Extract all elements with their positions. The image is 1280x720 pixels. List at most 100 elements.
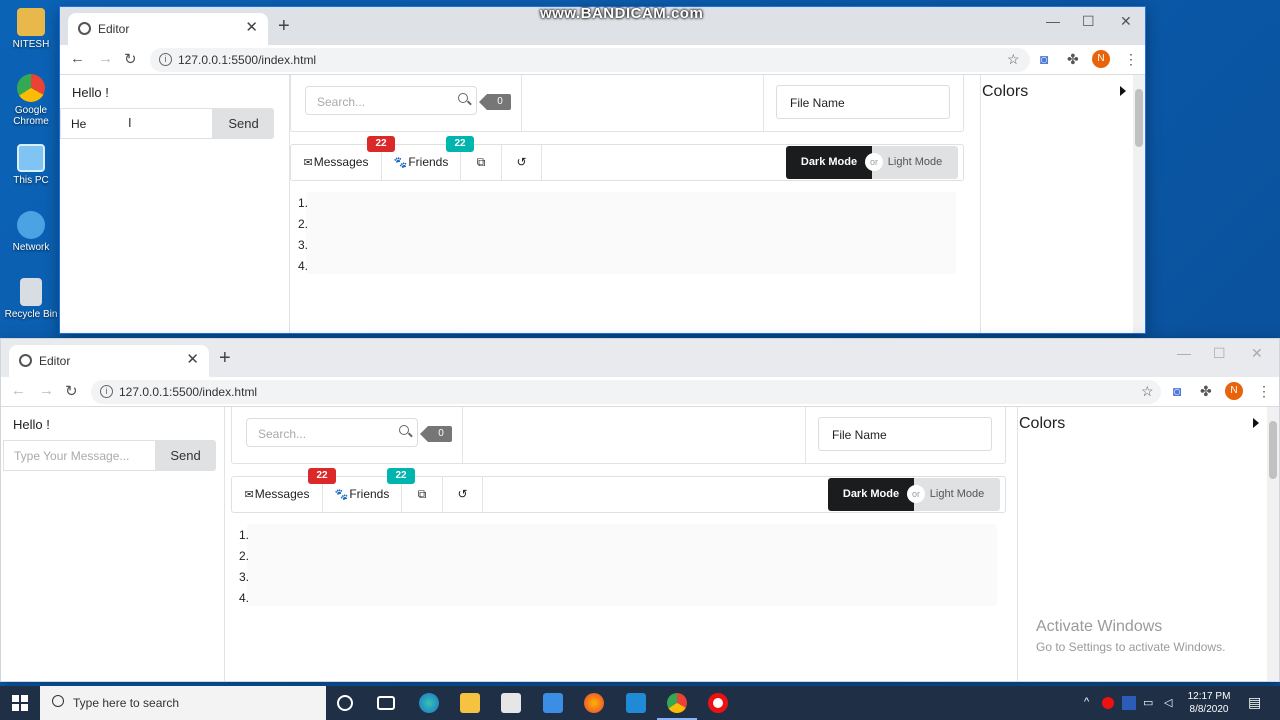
send-button[interactable]: Send — [213, 108, 274, 139]
back-icon[interactable]: ← — [11, 382, 26, 399]
light-mode-button[interactable]: Light Mode — [914, 478, 1000, 511]
search-icon[interactable] — [458, 93, 468, 103]
send-button[interactable]: Send — [155, 440, 216, 471]
editor-top-bar: Search... 0 File Name — [231, 407, 1006, 464]
file-name-input[interactable]: File Name — [776, 85, 950, 119]
scrollbar-thumb[interactable] — [1135, 89, 1143, 147]
scrollbar[interactable] — [1267, 407, 1279, 681]
reset-button[interactable]: ↺ — [443, 477, 483, 512]
dark-mode-button[interactable]: Dark Mode — [786, 146, 872, 179]
address-bar[interactable]: i 127.0.0.1:5500/index.html — [150, 48, 1030, 72]
bookmark-star-icon[interactable]: ☆ — [1141, 383, 1154, 400]
reload-icon[interactable]: ↻ — [124, 50, 137, 68]
copy-icon: ⧉ — [476, 155, 486, 169]
line-number: 4. — [239, 591, 250, 605]
caret-right-icon[interactable] — [1253, 418, 1259, 428]
firefox-icon[interactable] — [584, 693, 604, 713]
file-explorer-icon[interactable] — [460, 693, 480, 713]
folder-icon — [17, 8, 45, 36]
mail-icon[interactable] — [543, 693, 563, 713]
windows-start-icon[interactable] — [12, 695, 28, 711]
tab-editor[interactable]: Editor ✕ — [9, 345, 209, 377]
info-icon[interactable]: i — [159, 53, 172, 66]
clock-date: 8/8/2020 — [1189, 704, 1229, 715]
friends-menu-item[interactable]: 🐾Friends 22 — [382, 136, 474, 180]
search-icon[interactable] — [399, 425, 409, 435]
extensions-puzzle-icon[interactable]: ✤ — [1200, 383, 1212, 400]
profile-avatar[interactable]: N — [1092, 50, 1110, 68]
address-bar[interactable]: i 127.0.0.1:5500/index.html — [91, 380, 1161, 404]
close-tab-icon[interactable]: ✕ — [186, 350, 199, 368]
edge-icon[interactable] — [419, 693, 439, 713]
profile-avatar[interactable]: N — [1225, 382, 1243, 400]
back-icon[interactable]: ← — [70, 50, 85, 67]
bandicam-record-icon[interactable] — [708, 693, 728, 713]
store-icon[interactable] — [501, 693, 521, 713]
code-editor[interactable]: 1. 2. 3. 4. — [298, 192, 956, 274]
search-placeholder: Search... — [317, 95, 366, 109]
info-icon[interactable]: i — [100, 385, 113, 398]
show-hidden-icons-chevron[interactable]: ^ — [1084, 696, 1089, 708]
light-mode-button[interactable]: Light Mode — [872, 146, 958, 179]
copy-button[interactable]: ⧉ — [461, 145, 502, 180]
messages-menu-item[interactable]: ✉Messages 22 — [232, 468, 336, 512]
close-tab-icon[interactable]: ✕ — [245, 18, 258, 36]
cortana-icon[interactable] — [337, 695, 353, 711]
messages-menu-item[interactable]: ✉Messages 22 — [291, 136, 395, 180]
new-tab-button[interactable]: + — [219, 347, 231, 370]
chrome-taskbar-icon[interactable] — [657, 693, 697, 720]
menu-kebab-icon[interactable]: ⋮ — [1257, 383, 1271, 400]
search-box[interactable]: Search... — [305, 86, 477, 115]
desktop-icon-label: NITESH — [12, 39, 50, 50]
copy-button[interactable]: ⧉ — [402, 477, 443, 512]
vscode-icon[interactable] — [626, 693, 646, 713]
desktop-icon-this-pc[interactable]: This PC — [2, 144, 60, 186]
extensions-puzzle-icon[interactable]: ✤ — [1067, 51, 1079, 68]
network-tray-icon[interactable]: ▭ — [1143, 696, 1153, 709]
scrollbar[interactable] — [1133, 75, 1145, 333]
reset-button[interactable]: ↺ — [502, 145, 542, 180]
undo-icon: ↺ — [457, 487, 468, 501]
word-tray-icon[interactable] — [1122, 696, 1136, 710]
minimize-button[interactable]: — — [1177, 345, 1191, 361]
maximize-button[interactable]: ☐ — [1213, 345, 1226, 362]
bookmark-star-icon[interactable]: ☆ — [1007, 51, 1020, 68]
volume-tray-icon[interactable]: ◁ — [1164, 696, 1172, 709]
code-editor[interactable]: 1. 2. 3. 4. — [239, 524, 997, 606]
desktop-icon-network[interactable]: Network — [2, 211, 60, 253]
message-input[interactable]: Type Your Message... — [3, 440, 156, 471]
close-window-button[interactable]: ✕ — [1120, 13, 1132, 30]
caret-right-icon[interactable] — [1120, 86, 1126, 96]
menu-kebab-icon[interactable]: ⋮ — [1124, 51, 1138, 68]
chrome-icon — [17, 74, 45, 102]
message-input[interactable]: He — [60, 108, 213, 139]
camera-extension-icon[interactable]: ◙ — [1173, 383, 1181, 399]
reload-icon[interactable]: ↻ — [65, 382, 78, 400]
file-name-input[interactable]: File Name — [818, 417, 992, 451]
friends-menu-item[interactable]: 🐾Friends 22 — [323, 468, 415, 512]
new-tab-button[interactable]: + — [278, 15, 290, 38]
maximize-button[interactable]: ☐ — [1082, 13, 1095, 30]
dark-mode-button[interactable]: Dark Mode — [828, 478, 914, 511]
desktop-icon-chrome[interactable]: Google Chrome — [2, 74, 60, 127]
task-view-icon[interactable] — [377, 696, 395, 710]
or-separator: or — [865, 153, 883, 171]
colors-title: Colors — [1019, 415, 1066, 432]
system-clock[interactable]: 12:17 PM 8/8/2020 — [1184, 690, 1234, 716]
paw-icon: 🐾 — [334, 489, 349, 501]
envelope-icon: ✉ — [244, 489, 254, 501]
desktop-icon-recycle-bin[interactable]: Recycle Bin — [2, 278, 60, 320]
envelope-icon: ✉ — [303, 157, 313, 169]
desktop-icon-user-folder[interactable]: NITESH — [2, 8, 60, 50]
scrollbar-thumb[interactable] — [1269, 421, 1277, 479]
minimize-button[interactable]: — — [1046, 13, 1060, 29]
notifications-icon[interactable]: ▤ — [1248, 694, 1261, 711]
camera-extension-icon[interactable]: ◙ — [1040, 51, 1048, 67]
search-box[interactable]: Search... — [246, 418, 418, 447]
taskbar-search-box[interactable]: Type here to search — [40, 686, 326, 720]
tab-editor[interactable]: Editor ✕ — [68, 13, 268, 45]
bandicam-tray-icon[interactable] — [1102, 697, 1114, 709]
close-window-button[interactable]: ✕ — [1251, 345, 1263, 362]
forward-icon[interactable]: → — [39, 382, 54, 399]
forward-icon[interactable]: → — [98, 50, 113, 67]
